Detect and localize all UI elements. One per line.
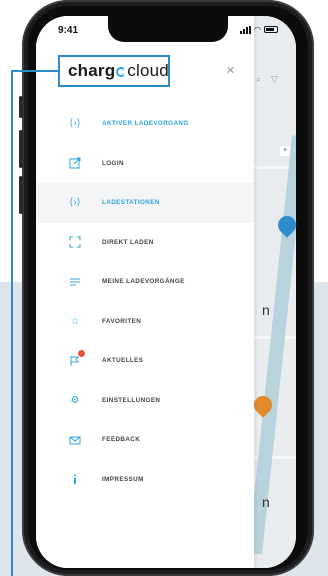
charging-stations-icon: ⟨›⟩ xyxy=(69,197,81,209)
menu-item-aktiver-ladevorgang[interactable]: ⟨›⟩ AKTIVER LADEVORGANG xyxy=(36,104,254,144)
menu-item-login[interactable]: LOGIN xyxy=(36,144,254,184)
filter-icon[interactable]: ▽ xyxy=(271,74,278,85)
search-icon[interactable]: ⌕ xyxy=(256,74,261,85)
menu-item-favoriten[interactable]: ☆ FAVORITEN xyxy=(36,302,254,342)
menu-item-aktuelles[interactable]: AKTUELLES xyxy=(36,341,254,381)
map-toolbar: ⌕ ▽ xyxy=(256,74,278,85)
menu-item-label: AKTIVER LADEVORGANG xyxy=(102,120,189,128)
phone-notch xyxy=(108,16,228,42)
notification-badge xyxy=(78,349,85,357)
login-icon xyxy=(68,156,82,170)
navigation-drawer: charg cloud ✕ ⟨›⟩ AKTIVER LADEVORGANG LOG… xyxy=(36,16,254,568)
menu-item-label: FAVORITEN xyxy=(102,317,142,325)
menu-item-meine-ladevorgaenge[interactable]: MEINE LADEVORGÄNGE xyxy=(36,262,254,302)
scan-icon xyxy=(68,235,82,249)
logo-callout-box xyxy=(58,55,170,87)
phone-volume-up-button xyxy=(19,130,23,168)
menu-item-ladestationen[interactable]: ⟨›⟩ LADESTATIONEN xyxy=(36,183,254,223)
map-label: n xyxy=(262,494,270,510)
phone-screen: 9:41 ◠ ⌕ ▽ n n ✦ charg cloud ✕ ⟨›⟩ AKTIV… xyxy=(36,16,296,568)
info-icon xyxy=(68,472,82,486)
star-icon: ☆ xyxy=(70,315,80,327)
menu-item-label: FEEDBACK xyxy=(102,436,141,444)
news-flag-icon xyxy=(68,349,85,368)
phone-mute-button xyxy=(19,96,23,118)
map-label: n xyxy=(262,302,270,318)
menu-item-label: DIREKT LADEN xyxy=(102,238,154,246)
screenshot: 9:41 ◠ ⌕ ▽ n n ✦ charg cloud ✕ ⟨›⟩ AKTIV… xyxy=(0,0,328,576)
status-time: 9:41 xyxy=(58,25,79,36)
wifi-icon: ◠ xyxy=(254,25,261,34)
charging-icon: ⟨›⟩ xyxy=(69,118,81,130)
close-icon[interactable]: ✕ xyxy=(226,64,235,77)
list-icon xyxy=(68,275,82,289)
mail-icon xyxy=(68,433,82,447)
menu-item-impressum[interactable]: IMPRESSUM xyxy=(36,460,254,500)
menu-item-label: EINSTELLUNGEN xyxy=(102,396,161,404)
menu-item-label: LOGIN xyxy=(102,159,124,167)
drawer-menu: ⟨›⟩ AKTIVER LADEVORGANG LOGIN ⟨›⟩ LADEST… xyxy=(36,104,254,499)
menu-item-label: LADESTATIONEN xyxy=(102,199,160,207)
menu-item-label: IMPRESSUM xyxy=(102,475,144,483)
callout-line-vertical xyxy=(11,70,13,576)
menu-item-label: MEINE LADEVORGÄNGE xyxy=(102,278,185,286)
menu-item-feedback[interactable]: FEEDBACK xyxy=(36,420,254,460)
signal-icon xyxy=(240,25,252,34)
locate-icon[interactable]: ✦ xyxy=(280,146,290,156)
gear-icon: ⚙ xyxy=(70,394,80,406)
menu-item-einstellungen[interactable]: ⚙ EINSTELLUNGEN xyxy=(36,381,254,421)
menu-item-direkt-laden[interactable]: DIREKT LADEN xyxy=(36,223,254,263)
callout-line-horizontal xyxy=(11,70,59,72)
menu-item-label: AKTUELLES xyxy=(102,357,144,365)
status-icons: ◠ xyxy=(240,25,278,34)
battery-icon xyxy=(264,26,278,33)
phone-volume-down-button xyxy=(19,176,23,214)
